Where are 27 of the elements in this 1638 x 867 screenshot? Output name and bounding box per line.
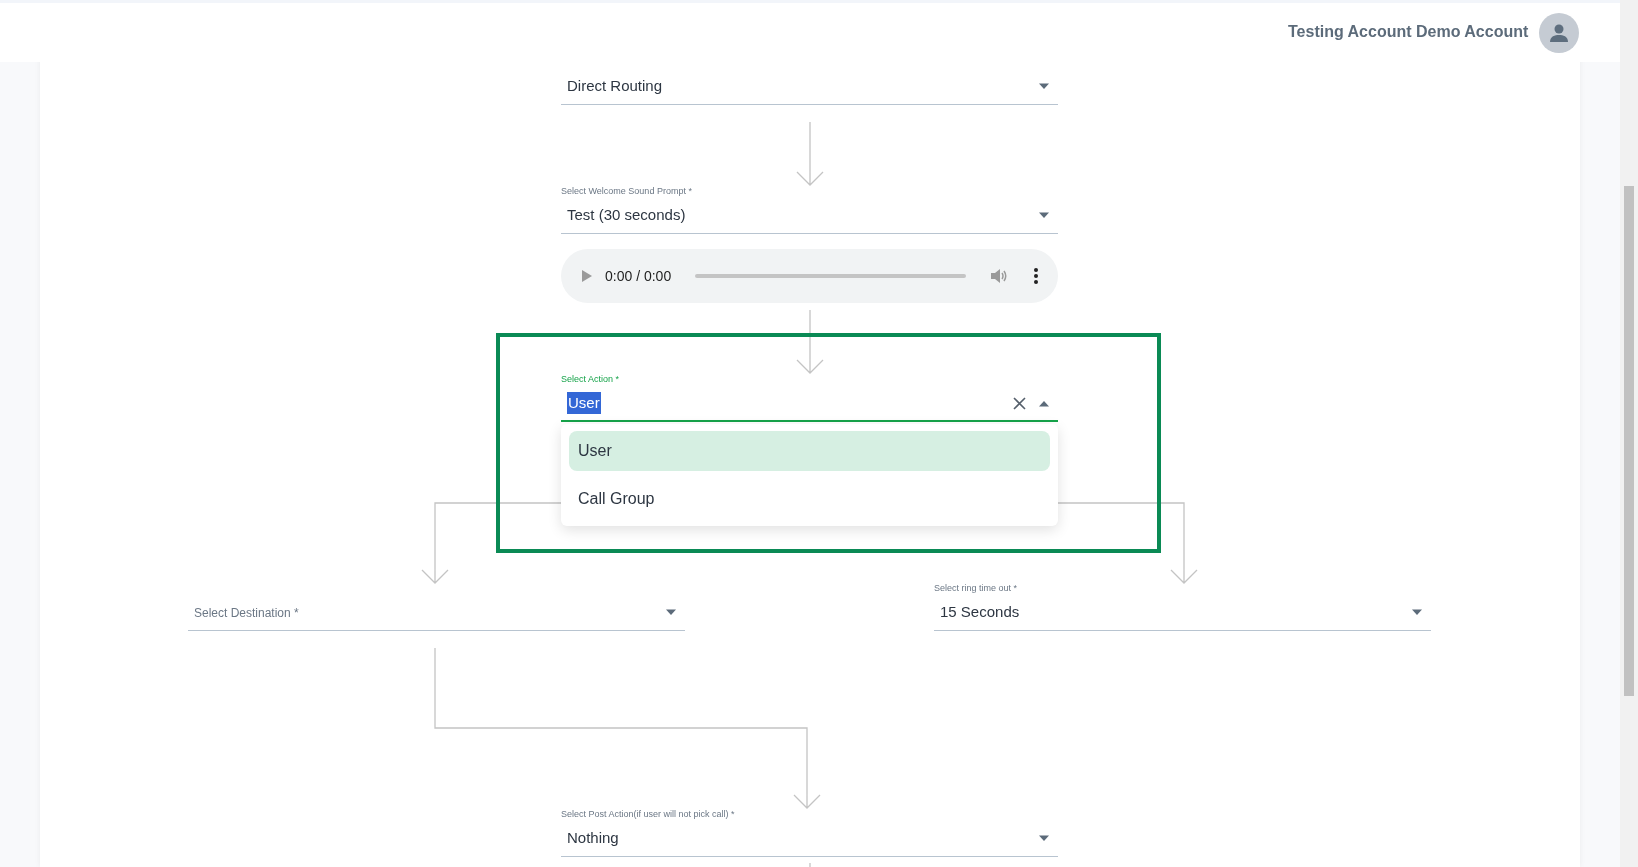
select-field[interactable]: Nothing (561, 821, 1058, 857)
caret-icon[interactable] (1038, 212, 1050, 219)
account-name[interactable]: Testing Account Demo Account (1288, 20, 1529, 44)
caret-icon[interactable] (1038, 835, 1050, 842)
caret-icon[interactable] (665, 609, 677, 616)
progress-track[interactable] (695, 274, 966, 278)
field-label: Select Post Action(if user will not pick call) * (561, 808, 736, 821)
caret-icon[interactable] (1038, 399, 1050, 407)
select-field[interactable]: User (561, 386, 1058, 422)
caret-icon[interactable] (1038, 83, 1050, 90)
select-field[interactable]: 15 Seconds (934, 595, 1431, 631)
field-label: Select Welcome Sound Prompt * (561, 185, 693, 198)
connector-line (809, 862, 811, 867)
connector-arrow (796, 309, 824, 374)
connector-arrow (796, 121, 824, 186)
select-field[interactable]: Test (30 seconds) (561, 198, 1058, 234)
caret-icon[interactable] (1411, 609, 1423, 616)
menu-option[interactable]: User (569, 431, 1050, 471)
field-label: Select ring time out * (934, 582, 1019, 595)
select-field[interactable]: Select Destination * (188, 595, 685, 631)
scrollbar[interactable] (1620, 0, 1638, 867)
field-label: Select Action * (561, 373, 621, 386)
audio-player[interactable]: 0:00 / 0:00 (561, 249, 1058, 303)
select-field[interactable]: Direct Routing (561, 69, 1058, 105)
clear-icon[interactable] (1013, 396, 1026, 410)
time-display: 0:00 / 0:00 (605, 266, 672, 286)
more-icon[interactable] (1034, 268, 1038, 284)
